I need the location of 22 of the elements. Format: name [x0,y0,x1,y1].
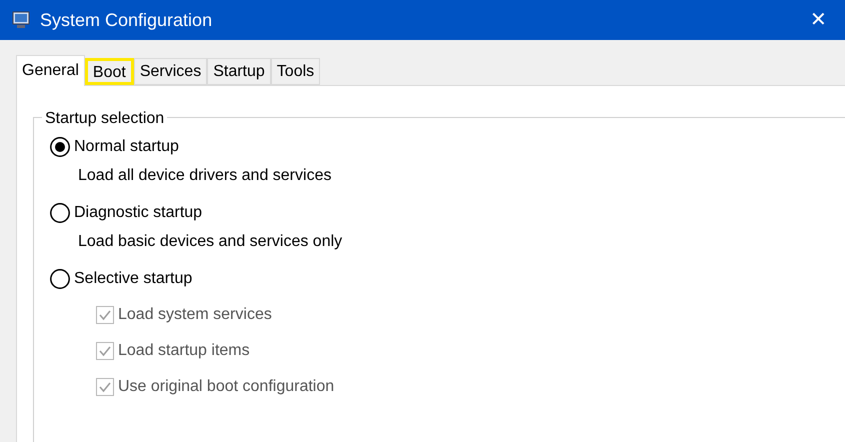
checkbox-label: Load startup items [118,341,250,361]
computer-icon [12,11,30,29]
tab[interactable]: Services [134,58,208,85]
tab[interactable]: General [16,55,85,86]
radio-label: Normal startup [74,137,179,157]
checkbox-label: Load system services [118,305,272,325]
close-button[interactable]: ✕ [804,5,833,35]
radio-button[interactable] [50,137,70,157]
tab[interactable]: Boot [84,58,134,85]
check-icon [98,308,112,322]
check-icon [98,380,112,394]
radio-button[interactable] [50,269,70,289]
radio-label: Selective startup [74,269,192,289]
radio-button[interactable] [50,203,70,223]
option-description: Load all device drivers and services [78,166,332,186]
tab[interactable]: Startup [207,58,271,85]
tab[interactable]: Tools [270,58,320,85]
radio-label: Diagnostic startup [74,203,202,223]
checkbox-label: Use original boot configuration [118,377,334,397]
window-title: System Configuration [40,8,212,32]
check-icon [98,344,112,358]
option-description: Load basic devices and services only [78,232,344,252]
